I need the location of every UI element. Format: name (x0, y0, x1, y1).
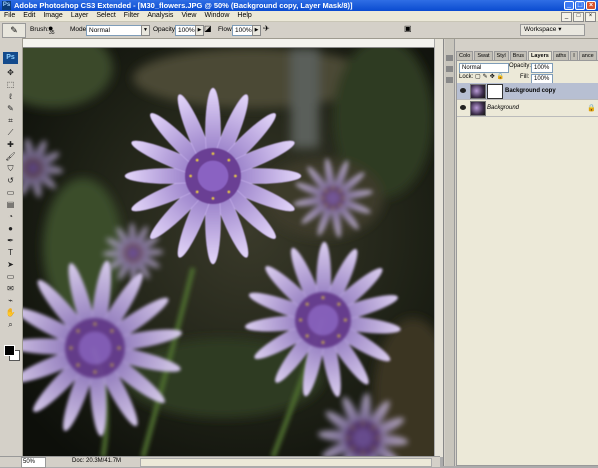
collapsed-panel-strip (445, 39, 455, 466)
menu-window[interactable]: Window (200, 11, 233, 21)
notes-tool-icon[interactable]: ✉ (3, 284, 18, 293)
move-tool-icon[interactable]: ✥ (3, 68, 18, 77)
menu-image[interactable]: Image (39, 11, 66, 21)
layer-name[interactable]: Background (487, 100, 519, 116)
file-browser-icon[interactable]: ▣ (404, 24, 412, 34)
zoom-tool-icon[interactable]: ⌕ (3, 320, 18, 329)
lasso-tool-icon[interactable]: ℓ (3, 92, 18, 101)
doc-close-button[interactable]: × (585, 12, 596, 22)
type-tool-icon[interactable]: T (3, 248, 18, 257)
fill-label: Fill: (520, 74, 530, 80)
document-canvas[interactable] (23, 48, 434, 457)
eye-icon[interactable] (460, 88, 466, 93)
mode-dropdown-arrow-icon[interactable]: ▼ (141, 25, 150, 36)
hand-tool-icon[interactable]: ✋ (3, 308, 18, 317)
tab-styles[interactable]: Styl (493, 51, 509, 60)
foreground-color-swatch[interactable] (4, 345, 15, 356)
panel-tabs: Colo Swat Styl Brus Layers aths I ance (456, 51, 598, 60)
layer-opacity-label: Opacity: (509, 63, 532, 69)
window-title: Adobe Photoshop CS3 Extended - [M30_flow… (14, 1, 353, 10)
ps-logo: Ps (3, 52, 18, 64)
menu-view[interactable]: View (177, 11, 200, 21)
menu-analysis[interactable]: Analysis (143, 11, 177, 21)
airbrush-icon[interactable]: ✈ (263, 24, 270, 34)
opacity-field[interactable]: 100% (175, 25, 197, 36)
tab-layers[interactable]: Layers (528, 51, 552, 60)
maximize-button[interactable]: □ (575, 1, 585, 10)
quick-select-tool-icon[interactable]: ✎ (3, 104, 18, 113)
tab-color[interactable]: Colo (456, 51, 474, 60)
history-brush-tool-icon[interactable]: ↺ (3, 176, 18, 185)
clone-stamp-tool-icon[interactable]: ⛉ (3, 164, 18, 173)
blend-mode-select[interactable]: Normal (459, 63, 509, 73)
eye-icon[interactable] (460, 105, 466, 110)
tab-info[interactable]: I (570, 51, 578, 60)
flow-field[interactable]: 100% (232, 25, 254, 36)
menu-file[interactable]: File (0, 11, 19, 21)
marquee-tool-icon[interactable]: ⬚ (3, 80, 18, 89)
options-bar: ✎ Brush: ● 35 Mode: Normal ▼ Opacity: 10… (0, 22, 598, 39)
flower-1 (124, 87, 302, 265)
menu-layer[interactable]: Layer (67, 11, 93, 21)
menu-select[interactable]: Select (92, 11, 119, 21)
history-panel-icon[interactable] (446, 66, 453, 72)
opacity-label: Opacity: (153, 26, 177, 33)
layer-thumbnail (470, 101, 486, 116)
path-select-tool-icon[interactable]: ➤ (3, 260, 18, 269)
menu-filter[interactable]: Filter (120, 11, 144, 21)
layer-row-background[interactable]: Background 🔒 (457, 100, 598, 117)
dodge-tool-icon[interactable]: ● (3, 224, 18, 233)
menu-help[interactable]: Help (233, 11, 255, 21)
layers-panel: Normal Opacity: 100% Lock: ▢✎✥🔒 Fill: 10… (456, 60, 598, 466)
menu-edit[interactable]: Edit (19, 11, 39, 21)
toolbox: Ps ✥ ⬚ ℓ ✎ ⌗ ⟋ ✚ 🖌 ⛉ ↺ ▭ ▤ ◔ ● ✒ T ➤ ▭ ✉ ⌁ ✋ ⌕ (0, 38, 23, 456)
document-size[interactable]: Doc: 20.3M/41.7M (72, 457, 121, 466)
brush-tool-icon[interactable]: 🖌 (3, 152, 18, 161)
close-button[interactable]: × (586, 1, 596, 10)
blur-tool-icon[interactable]: ◔ (3, 212, 18, 221)
menu-bar: File Edit Image Layer Select Filter Anal… (0, 11, 598, 22)
flower-photo (23, 48, 434, 457)
mode-select[interactable]: Normal (86, 25, 144, 36)
layer-row-background-copy[interactable]: Background copy (457, 83, 598, 100)
tab-appearance[interactable]: ance (578, 51, 597, 60)
ruler-top (23, 39, 434, 48)
eyedropper-tool-icon[interactable]: ⌁ (3, 296, 18, 305)
layer-thumbnail (470, 84, 486, 99)
tab-brushes[interactable]: Brus (509, 51, 528, 60)
workspace-button[interactable]: Workspace ▾ (520, 24, 585, 36)
tab-paths[interactable]: aths (552, 51, 570, 60)
crop-tool-icon[interactable]: ⌗ (3, 116, 18, 125)
layer-opacity-field[interactable]: 100% (531, 63, 553, 73)
eraser-tool-icon[interactable]: ▭ (3, 188, 18, 197)
tab-swatches[interactable]: Swat (474, 51, 493, 60)
photoshop-app-icon: Ps (2, 1, 11, 10)
doc-restore-button[interactable]: □ (573, 12, 584, 22)
brush-icon: ✎ (10, 25, 18, 35)
panel-dock: Colo Swat Styl Brus Layers aths I ance N… (443, 39, 598, 466)
zoom-level-field[interactable]: 50% (21, 457, 46, 468)
flow-slider-arrow-icon[interactable]: ▶ (252, 25, 261, 36)
pressure-opacity-icon[interactable]: ◪ (204, 24, 212, 34)
actions-panel-icon[interactable] (446, 77, 453, 83)
tool-preset-picker[interactable]: ✎ (2, 23, 26, 38)
brush-label: Brush: (30, 26, 49, 33)
title-bar: Ps Adobe Photoshop CS3 Extended - [M30_f… (0, 0, 598, 11)
brush-size: 35 (49, 30, 55, 36)
layer-mask-thumbnail[interactable] (487, 84, 503, 99)
healing-tool-icon[interactable]: ✚ (3, 140, 18, 149)
doc-minimize-button[interactable]: _ (561, 12, 572, 22)
slice-tool-icon[interactable]: ⟋ (3, 128, 18, 137)
lock-label: Lock: (459, 74, 474, 80)
opacity-slider-arrow-icon[interactable]: ▶ (195, 25, 204, 36)
pen-tool-icon[interactable]: ✒ (3, 236, 18, 245)
gradient-tool-icon[interactable]: ▤ (3, 200, 18, 209)
layer-name[interactable]: Background copy (505, 83, 556, 99)
navigator-panel-icon[interactable] (446, 55, 453, 61)
status-bar: 50% Doc: 20.3M/41.7M (0, 456, 440, 468)
shape-tool-icon[interactable]: ▭ (3, 272, 18, 281)
minimize-button[interactable]: _ (564, 1, 574, 10)
lock-options-icon[interactable]: ▢✎✥🔒 (475, 73, 506, 82)
lock-icon: 🔒 (587, 105, 596, 112)
